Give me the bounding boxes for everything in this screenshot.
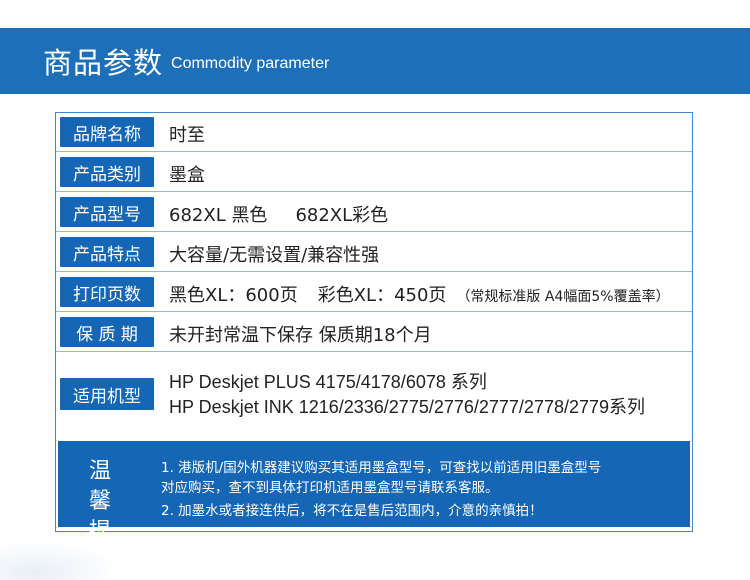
model-black: 682XL 黑色 [169, 205, 268, 226]
notice-line-3: 2. 加墨水或者接连供后，将不在是售后范围内，介意的亲慎拍！ [161, 503, 543, 519]
model-color: 682XL彩色 [295, 205, 389, 226]
row-page-yield: 打印页数 黑色XL：600页 彩色XL：450页 （常规标准版 A4幅面5%覆盖率） [56, 272, 692, 312]
compatible-line-2: HP Deskjet INK 1216/2336/2775/2776/2777/… [169, 397, 646, 417]
yield-color: 彩色XL：450页 [317, 285, 447, 306]
notice-line-1: 1. 港版机/国外机器建议购买其适用墨盒型号，可查找以前适用旧墨盒型号 [161, 460, 602, 476]
row-label: 打印页数 [60, 277, 154, 307]
parameter-table: 品牌名称 时至 产品类别 墨盒 产品型号 682XL 黑色 682XL彩色 产品特… [55, 112, 693, 574]
compatible-line-1: HP Deskjet PLUS 4175/4178/6078 系列 [169, 372, 487, 392]
row-label: 产品类别 [60, 157, 154, 187]
header-title-en: Commodity parameter [171, 55, 330, 72]
row-label: 产品型号 [60, 197, 154, 227]
row-label: 品牌名称 [60, 117, 154, 147]
row-label: 保 质 期 [60, 317, 154, 347]
row-value: 682XL 黑色 682XL彩色 [169, 201, 388, 227]
row-value: 墨盒 [169, 165, 205, 186]
row-category: 产品类别 墨盒 [56, 152, 692, 192]
decorative-shadow [0, 540, 120, 580]
yield-note: （常规标准版 A4幅面5%覆盖率） [456, 289, 670, 305]
notice-line-2: 对应购买，查不到具体打印机适用墨盒型号请联系客服。 [161, 480, 499, 496]
row-brand: 品牌名称 时至 [56, 113, 692, 152]
header-banner: 商品参数 Commodity parameter [0, 28, 750, 94]
row-compatible-models: 适用机型 HP Deskjet PLUS 4175/4178/6078 系列 H… [56, 352, 692, 438]
row-model: 产品型号 682XL 黑色 682XL彩色 [56, 192, 692, 232]
row-value: 大容量/无需设置/兼容性强 [169, 245, 380, 266]
row-value: 未开封常温下保存 保质期18个月 [169, 325, 432, 346]
header-title-cn: 商品参数 [43, 46, 164, 80]
row-value: 黑色XL：600页 彩色XL：450页 （常规标准版 A4幅面5%覆盖率） [169, 281, 670, 307]
row-value: 时至 [169, 125, 205, 146]
row-label: 适用机型 [60, 378, 154, 410]
notice-box: 温 馨 提 示 1. 港版机/国外机器建议购买其适用墨盒型号，可查找以前适用旧墨… [58, 441, 690, 574]
row-features: 产品特点 大容量/无需设置/兼容性强 [56, 232, 692, 272]
row-shelf-life: 保 质 期 未开封常温下保存 保质期18个月 [56, 312, 692, 352]
yield-black: 黑色XL：600页 [169, 285, 298, 306]
row-label: 产品特点 [60, 237, 154, 267]
